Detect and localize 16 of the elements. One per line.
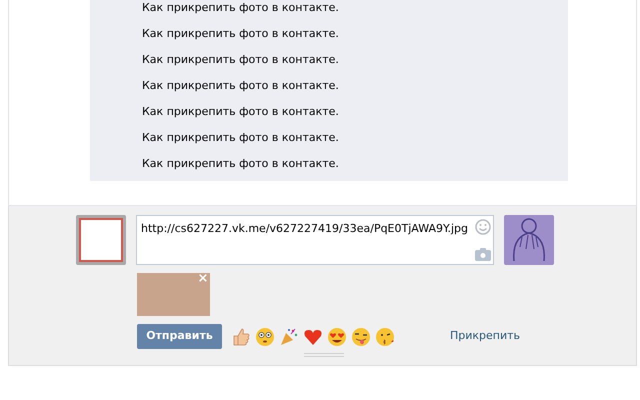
heart-eyes-face-icon[interactable] [327, 326, 347, 346]
post-text: Как прикрепить фото в контакте. [142, 156, 340, 172]
post-text: Как прикрепить фото в контакте. [142, 52, 340, 68]
thumbs-up-icon[interactable] [231, 326, 251, 346]
post-text: Как прикрепить фото в контакте. [142, 130, 340, 146]
post-text: Как прикрепить фото в контакте. [142, 104, 340, 120]
post-text: Как прикрепить фото в контакте. [142, 0, 340, 16]
send-button[interactable]: Отправить [137, 324, 222, 349]
avatar-placeholder [76, 215, 126, 265]
post-text: Как прикрепить фото в контакте. [142, 78, 340, 94]
party-popper-icon[interactable] [279, 326, 299, 346]
attach-link[interactable]: Прикрепить [450, 328, 520, 345]
post-text: Как прикрепить фото в контакте. [142, 26, 340, 42]
kissing-face-icon[interactable] [375, 326, 395, 346]
flushed-face-icon[interactable] [255, 326, 275, 346]
winking-tongue-face-icon[interactable] [351, 326, 371, 346]
